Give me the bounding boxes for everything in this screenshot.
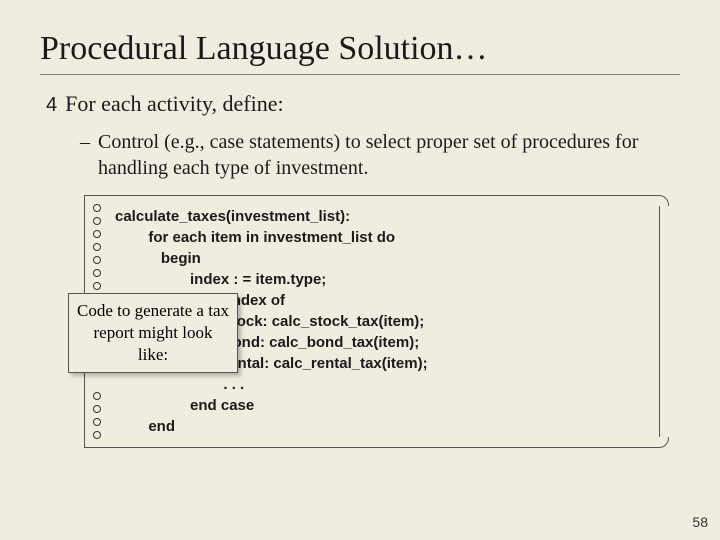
bullet-text: Control (e.g., case statements) to selec… — [98, 129, 680, 181]
bullet-level-2: – Control (e.g., case statements) to sel… — [80, 129, 680, 181]
code-line: calculate_taxes(investment_list): — [115, 206, 641, 227]
page-number: 58 — [692, 514, 708, 530]
code-line: for each item in investment_list do — [115, 227, 641, 248]
scroll-holes-top — [93, 204, 101, 303]
code-line: . . . — [115, 374, 641, 395]
scroll-holes-bottom — [93, 392, 101, 439]
callout-box: Code to generate a tax report might look… — [68, 293, 238, 373]
bullet-level-1: 4 For each activity, define: — [46, 91, 680, 119]
code-line: end — [115, 416, 641, 437]
code-line: index : = item.type; — [115, 269, 641, 290]
code-line: end case — [115, 395, 641, 416]
slide-title: Procedural Language Solution… — [40, 30, 680, 68]
code-line: begin — [115, 248, 641, 269]
bullet-mark: – — [80, 129, 90, 181]
code-area: calculate_taxes(investment_list): for ea… — [84, 195, 660, 448]
title-divider — [40, 74, 680, 75]
slide: Procedural Language Solution… 4 For each… — [0, 0, 720, 540]
bullet-text: For each activity, define: — [65, 91, 284, 119]
bullet-mark: 4 — [46, 91, 57, 119]
